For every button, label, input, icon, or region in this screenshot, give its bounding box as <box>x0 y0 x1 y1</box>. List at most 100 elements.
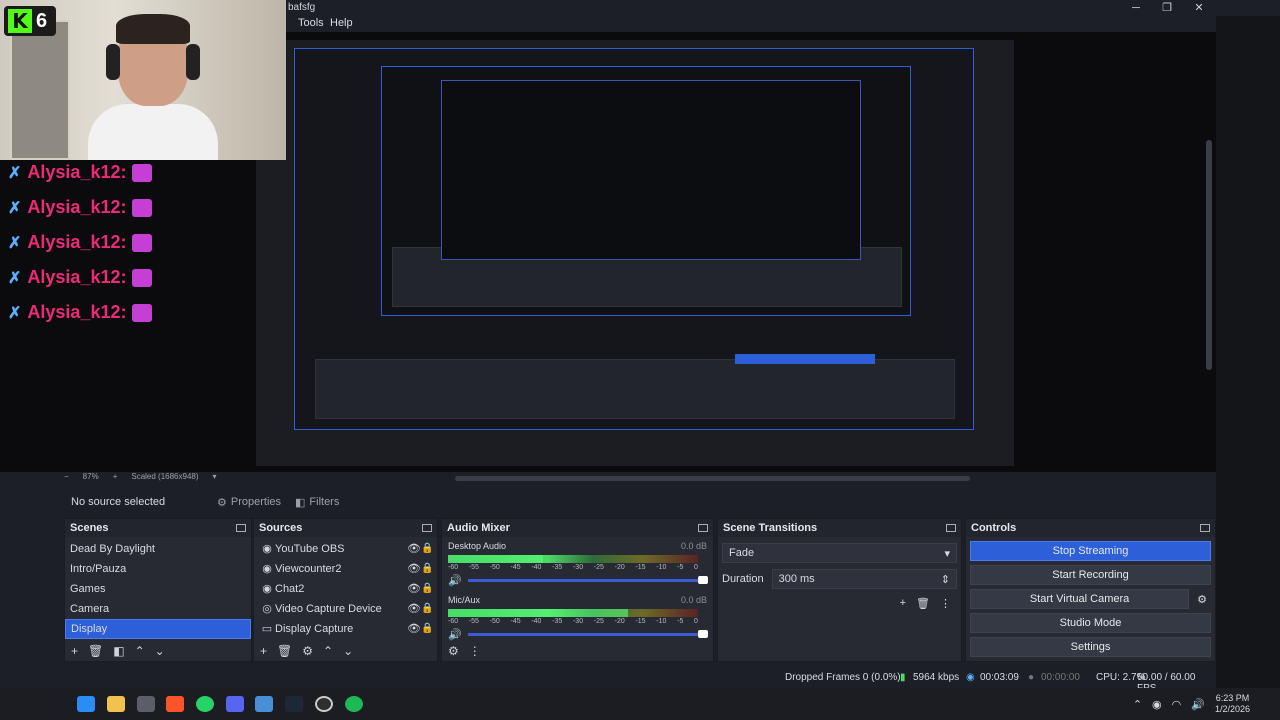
scene-item[interactable]: Intro/Pauza <box>65 559 251 579</box>
preview-vertical-scrollbar[interactable] <box>1206 140 1212 370</box>
start-virtual-camera-button[interactable]: Start Virtual Camera <box>970 589 1190 609</box>
trash-icon[interactable]: 🗑 <box>277 644 292 658</box>
volume-icon[interactable]: 🔊 <box>1191 698 1205 711</box>
volume-slider[interactable] <box>467 576 708 584</box>
gear-icon[interactable]: ⚙ <box>1197 593 1207 606</box>
scene-item[interactable]: Camera <box>65 599 251 619</box>
scale-mode[interactable]: Scaled (1686x948) <box>131 472 198 486</box>
close-button[interactable]: ✕ <box>1183 0 1215 16</box>
undock-icon[interactable]: . <box>946 524 956 532</box>
discord-icon[interactable] <box>226 696 244 712</box>
crown-icon <box>132 303 153 322</box>
settings-app-icon[interactable] <box>137 696 155 712</box>
undock-icon[interactable]: . <box>422 524 432 532</box>
speaker-icon[interactable]: 🔊 <box>448 574 462 587</box>
speaker-icon[interactable]: 🔊 <box>448 628 462 641</box>
preview-canvas[interactable] <box>256 40 1014 466</box>
more-icon[interactable]: ⋮ <box>469 644 481 658</box>
chat-username: Alysia_k12: <box>27 302 127 322</box>
spin-arrows-icon[interactable]: ⇕ <box>941 573 950 586</box>
controls-dock: Controls. Stop Streaming Start Recording… <box>965 518 1216 662</box>
zoom-in-button[interactable]: + <box>113 472 118 486</box>
add-icon[interactable]: + <box>260 644 267 658</box>
browser-source-icon: ◉ <box>262 543 272 555</box>
windows-start-icon[interactable] <box>77 696 95 712</box>
minimize-button[interactable]: ─ <box>1120 0 1152 16</box>
menu-help[interactable]: Help <box>330 17 353 29</box>
move-up-icon[interactable]: ⌃ <box>323 644 333 658</box>
source-item[interactable]: ▭ Display Capture 👁 🔒 <box>254 619 437 639</box>
lock-icon[interactable]: 🔒 <box>421 559 437 579</box>
volume-slider[interactable] <box>467 630 708 638</box>
bitrate: 5964 kbps <box>913 672 960 683</box>
browser-source-icon: ◉ <box>262 563 272 575</box>
add-icon[interactable]: + <box>71 644 78 658</box>
chevron-up-icon[interactable]: ⌃ <box>1133 698 1142 711</box>
channel-name: Mic/Aux <box>448 595 481 605</box>
controls-header: Controls. <box>966 519 1215 537</box>
spotify-icon[interactable] <box>345 696 363 712</box>
undock-icon[interactable]: . <box>698 524 708 532</box>
taskbar: ⌃ ◉ ◠ 🔊 6:23 PM 1/2/2026 <box>0 688 1280 720</box>
lock-icon[interactable]: 🔒 <box>421 599 437 619</box>
source-item[interactable]: ◎ Video Capture Device 👁 🔒 <box>254 599 437 619</box>
duration-value: 300 ms <box>778 573 815 585</box>
preview-horizontal-scrollbar[interactable] <box>455 476 970 481</box>
maximize-button[interactable]: ❐ <box>1151 0 1183 16</box>
meter-tick-label: -40 <box>531 618 542 625</box>
add-icon[interactable]: + <box>900 597 906 610</box>
gear-icon[interactable]: ⚙ <box>302 644 313 658</box>
properties-button[interactable]: ⚙ Properties <box>217 493 281 511</box>
clock[interactable]: 6:23 PM 1/2/2026 <box>1215 693 1250 715</box>
source-item[interactable]: ◉ YouTube OBS 👁 🔒 <box>254 539 437 559</box>
scene-item[interactable]: Dead By Daylight <box>65 539 251 559</box>
transition-select[interactable]: Fade ▾ <box>722 543 957 563</box>
eye-icon[interactable]: 👁 <box>407 619 421 639</box>
whatsapp-icon[interactable] <box>196 696 214 712</box>
steam-tray-icon[interactable]: ◉ <box>1152 698 1162 711</box>
file-explorer-icon[interactable] <box>107 696 125 712</box>
stop-streaming-button[interactable]: Stop Streaming <box>970 541 1211 561</box>
move-down-icon[interactable]: ⌄ <box>343 644 353 658</box>
filter-icon[interactable]: ◧ <box>113 644 124 658</box>
scenes-toolbar: + 🗑 ◧ ⌃ ⌄ <box>65 641 251 661</box>
source-item[interactable]: ◉ Viewcounter2 👁 🔒 <box>254 559 437 579</box>
studio-mode-button[interactable]: Studio Mode <box>970 613 1211 633</box>
undock-icon[interactable]: . <box>236 524 246 532</box>
volume-knob[interactable] <box>697 630 708 638</box>
meter-tick-label: -15 <box>635 564 646 571</box>
steam-icon[interactable] <box>285 696 303 712</box>
move-down-icon[interactable]: ⌄ <box>155 644 165 658</box>
volume-knob[interactable] <box>697 576 708 584</box>
eye-icon[interactable]: 👁 <box>407 579 421 599</box>
browser-source-icon: ◉ <box>262 583 272 595</box>
menu-tools[interactable]: Tools <box>298 17 324 29</box>
duration-label: Duration <box>722 573 764 585</box>
scene-item[interactable]: Games <box>65 579 251 599</box>
eye-icon[interactable]: 👁 <box>407 559 421 579</box>
settings-button[interactable]: Settings <box>970 637 1211 657</box>
zoom-out-button[interactable]: − <box>64 472 69 486</box>
lock-icon[interactable]: 🔒 <box>421 579 437 599</box>
chevron-down-icon[interactable]: ▾ <box>213 472 217 486</box>
obs-icon[interactable] <box>315 696 333 712</box>
trash-icon[interactable]: 🗑 <box>88 644 103 658</box>
move-up-icon[interactable]: ⌃ <box>135 644 145 658</box>
wifi-icon[interactable]: ◠ <box>1172 698 1182 711</box>
filters-button[interactable]: ◧ Filters <box>295 493 339 511</box>
start-recording-button[interactable]: Start Recording <box>970 565 1211 585</box>
brave-browser-icon[interactable] <box>166 696 184 712</box>
scene-item-selected[interactable]: Display <box>65 619 251 639</box>
lock-icon[interactable]: 🔒 <box>421 619 437 639</box>
undock-icon[interactable]: . <box>1200 524 1210 532</box>
source-item[interactable]: ◉ Chat2 👁 🔒 <box>254 579 437 599</box>
lock-icon[interactable]: 🔒 <box>421 539 437 559</box>
photos-icon[interactable] <box>255 696 273 712</box>
eye-icon[interactable]: 👁 <box>407 599 421 619</box>
eye-icon[interactable]: 👁 <box>407 539 421 559</box>
duration-spinbox[interactable]: 300 ms ⇕ <box>771 569 957 589</box>
chat-overlay: ✗ Alysia_k12: ✗ Alysia_k12: ✗ Alysia_k12: ✗… <box>0 155 260 325</box>
trash-icon[interactable]: 🗑 <box>916 597 930 610</box>
mixer-settings-icon[interactable]: ⚙ <box>448 644 459 658</box>
more-icon[interactable]: ⋮ <box>940 597 951 610</box>
